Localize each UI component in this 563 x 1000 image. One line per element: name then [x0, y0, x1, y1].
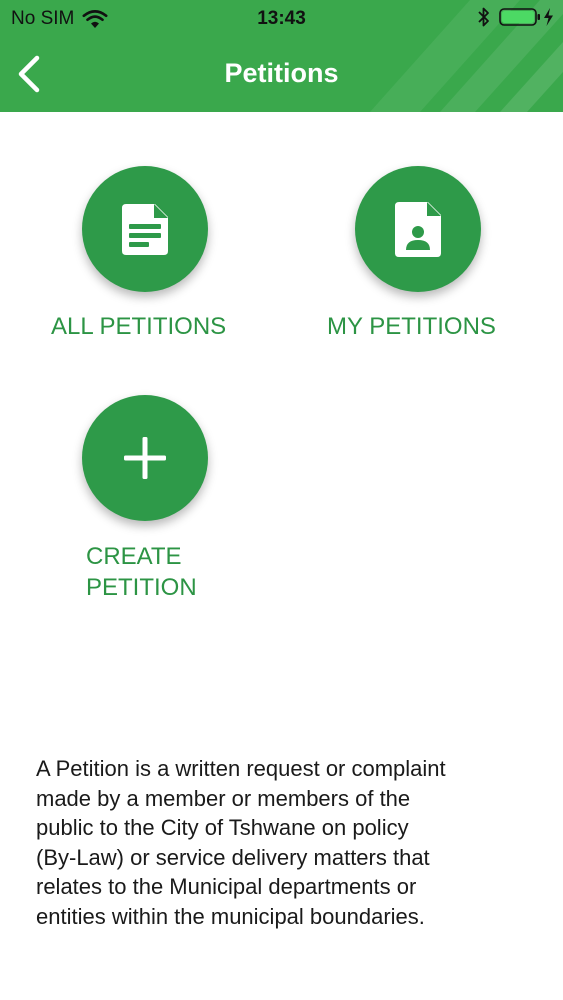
- document-icon: [122, 204, 168, 255]
- nav-header: No SIM 13:43 Petitions: [0, 0, 563, 112]
- create-petition-label-line1: CREATE: [86, 543, 182, 570]
- description-line: made by a member or members of the: [36, 785, 411, 811]
- my-petitions-label: MY PETITIONS: [327, 313, 496, 340]
- description-line: public to the City of Tshwane on policy: [36, 815, 409, 840]
- status-bar: No SIM 13:43: [0, 0, 563, 38]
- description-line: (By-Law) or service delivery matters tha…: [36, 844, 430, 870]
- description-line: entities within the municipal boundaries…: [36, 903, 425, 929]
- page-title: Petitions: [224, 58, 339, 88]
- description-line: A Petition is a written request or compl…: [36, 756, 446, 781]
- user-document-icon: [395, 202, 441, 257]
- status-right: [477, 6, 555, 28]
- plus-icon: [124, 437, 166, 479]
- petition-description: A Petition is a written request or compl…: [36, 754, 536, 931]
- my-petitions-circle: [355, 166, 481, 292]
- create-petition-circle: [82, 395, 208, 521]
- all-petitions-circle: [82, 166, 208, 292]
- create-petition-label-line2: PETITION: [86, 574, 197, 601]
- bluetooth-icon: [478, 7, 489, 27]
- all-petitions-label: ALL PETITIONS: [51, 313, 227, 340]
- battery-charging-icon: [499, 8, 553, 26]
- description-line: relates to the Municipal departments or: [36, 874, 417, 899]
